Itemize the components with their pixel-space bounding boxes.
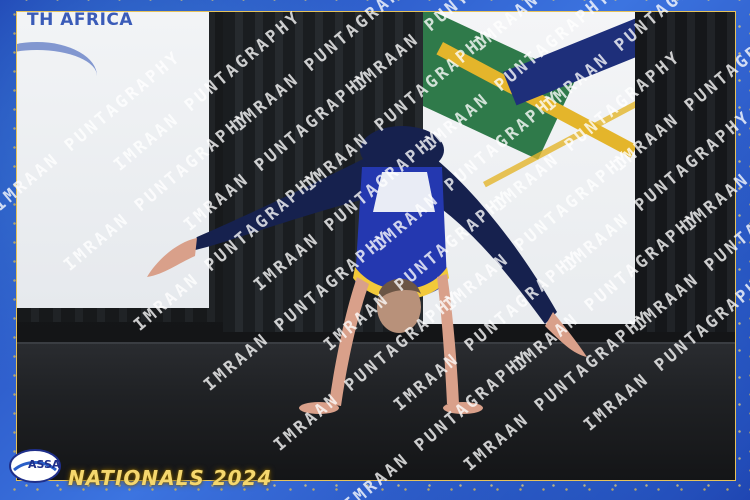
gymnast bbox=[147, 126, 587, 414]
gymnast-left-leg bbox=[185, 152, 377, 252]
gymnast-left-foot bbox=[147, 238, 197, 277]
logo-text: ASSA bbox=[28, 458, 61, 471]
gymnast-right-foot bbox=[545, 312, 587, 357]
gymnast-right-hand bbox=[443, 402, 483, 414]
gymnast-hips bbox=[360, 126, 444, 174]
gymnast-torso-panel bbox=[373, 172, 435, 212]
gymnast-left-arm bbox=[329, 277, 369, 406]
event-title: NATIONALS 2024 bbox=[68, 466, 273, 490]
gymnast-left-hand bbox=[299, 402, 339, 414]
assa-logo: ASSA bbox=[8, 446, 62, 486]
blue-frame: TH AFRICA IMRAAN PUNTAGRAPHY IMRAAN PUNT… bbox=[0, 0, 750, 500]
photo: TH AFRICA bbox=[16, 11, 736, 481]
gymnast-right-arm bbox=[437, 274, 459, 404]
